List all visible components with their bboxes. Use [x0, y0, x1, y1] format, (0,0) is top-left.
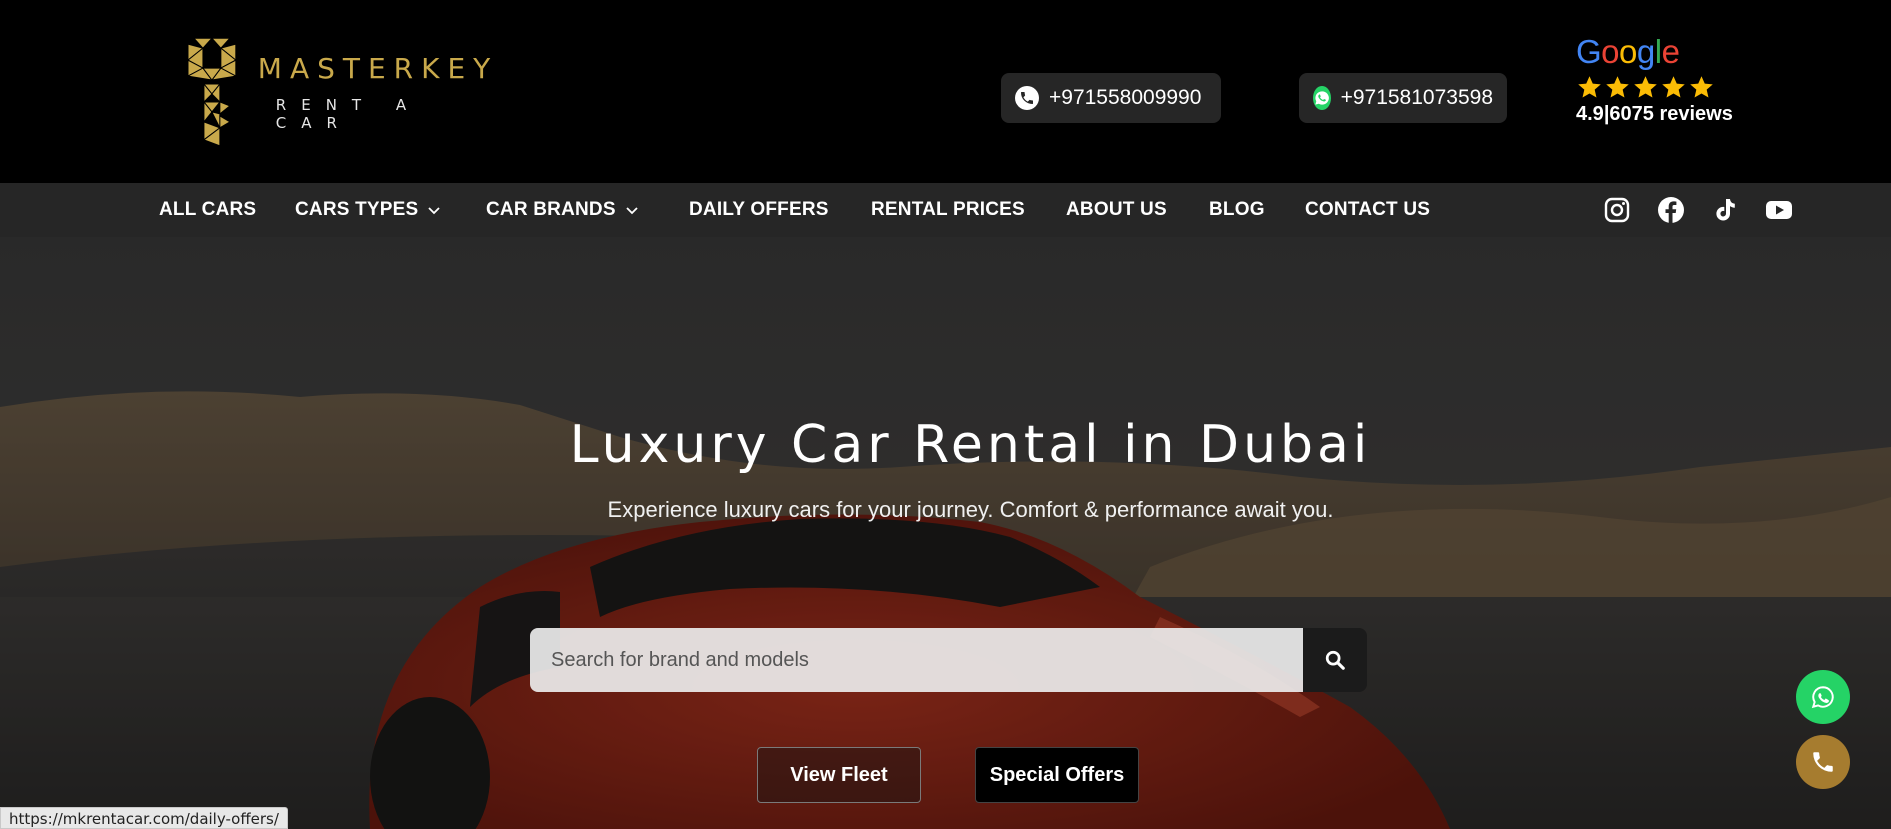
- chevron-down-icon: [428, 207, 441, 215]
- nav-item-blog[interactable]: BLOG: [1209, 183, 1265, 237]
- main-navigation: ALL CARS CARS TYPES CAR BRANDS DAILY OFF…: [0, 183, 1891, 237]
- google-letter: e: [1661, 33, 1680, 70]
- whatsapp-number: +971581073598: [1340, 86, 1493, 109]
- youtube-icon[interactable]: [1765, 196, 1793, 224]
- instagram-icon[interactable]: [1603, 196, 1631, 224]
- whatsapp-contact-button[interactable]: +971581073598: [1299, 73, 1507, 123]
- nav-item-label: ALL CARS: [159, 199, 257, 220]
- nav-item-label: DAILY OFFERS: [689, 199, 829, 220]
- star-icon: [1690, 76, 1713, 98]
- nav-item-rental-prices[interactable]: RENTAL PRICES: [871, 183, 1025, 237]
- hero-section: Luxury Car Rental in Dubai Experience lu…: [0, 237, 1891, 829]
- car-search-bar: [530, 628, 1367, 692]
- view-fleet-button[interactable]: View Fleet: [757, 747, 921, 803]
- tiktok-icon[interactable]: [1711, 196, 1739, 224]
- phone-icon: [1813, 752, 1833, 772]
- search-input[interactable]: [530, 628, 1303, 692]
- logo-text: MASTERKEY RENT A CAR: [258, 52, 516, 132]
- logo-tagline: RENT A CAR: [275, 96, 422, 132]
- hero-subtitle: Experience luxury cars for your journey.…: [607, 497, 1334, 522]
- nav-item-daily-offers[interactable]: DAILY OFFERS: [689, 183, 829, 237]
- hero-background-image: [0, 237, 1891, 829]
- floating-call-button[interactable]: [1796, 735, 1850, 789]
- key-logo-icon: [186, 37, 238, 147]
- rating-summary: 4.9|6075 reviews: [1576, 103, 1766, 126]
- masterkey-logo[interactable]: MASTERKEY RENT A CAR: [186, 36, 516, 148]
- star-icon: [1578, 76, 1601, 98]
- search-button[interactable]: [1303, 628, 1367, 692]
- floating-whatsapp-button[interactable]: [1796, 670, 1850, 724]
- chevron-down-icon: [626, 207, 638, 215]
- whatsapp-icon: [1811, 686, 1834, 709]
- phone-number: +971558009990: [1049, 86, 1202, 109]
- hero-title: Luxury Car Rental in Dubai: [569, 415, 1372, 475]
- nav-item-about-us[interactable]: ABOUT US: [1066, 183, 1167, 237]
- star-icon: [1662, 76, 1685, 98]
- nav-item-car-brands[interactable]: CAR BRANDS: [486, 183, 640, 237]
- nav-item-label: ABOUT US: [1066, 199, 1167, 220]
- rating-stars: [1576, 74, 1766, 101]
- nav-item-all-cars[interactable]: ALL CARS: [159, 183, 256, 237]
- nav-item-label: CAR BRANDS: [486, 199, 616, 220]
- nav-item-label: CARS TYPES: [295, 199, 419, 220]
- whatsapp-icon: [1313, 86, 1331, 110]
- phone-icon: [1015, 86, 1039, 110]
- google-letter: o: [1619, 33, 1637, 70]
- phone-contact-button[interactable]: +971558009990: [1001, 73, 1221, 123]
- special-offers-button[interactable]: Special Offers: [975, 747, 1139, 803]
- google-letter: o: [1601, 33, 1620, 70]
- nav-item-contact-us[interactable]: CONTACT US: [1305, 183, 1430, 237]
- nav-item-label: CONTACT US: [1305, 199, 1431, 220]
- search-icon: [1325, 650, 1345, 670]
- google-letter: g: [1636, 33, 1655, 70]
- google-logo: Google: [1576, 34, 1766, 70]
- google-letter: l: [1654, 33, 1662, 70]
- star-icon: [1634, 76, 1657, 98]
- review-count: 6075 reviews: [1609, 103, 1733, 125]
- browser-status-url: https://mkrentacar.com/daily-offers/: [0, 807, 288, 829]
- logo-name: MASTERKEY: [257, 52, 499, 85]
- site-header: MASTERKEY RENT A CAR +971558009990 +9715…: [0, 0, 1891, 183]
- nav-item-cars-types[interactable]: CARS TYPES: [295, 183, 442, 237]
- facebook-icon[interactable]: [1657, 196, 1685, 224]
- nav-item-label: RENTAL PRICES: [871, 199, 1025, 220]
- nav-item-label: BLOG: [1209, 199, 1265, 220]
- google-letter: G: [1576, 33, 1602, 70]
- star-icon: [1606, 76, 1629, 98]
- rating-value: 4.9: [1576, 103, 1604, 125]
- google-rating-widget[interactable]: Google 4.9|6075 reviews: [1576, 34, 1766, 126]
